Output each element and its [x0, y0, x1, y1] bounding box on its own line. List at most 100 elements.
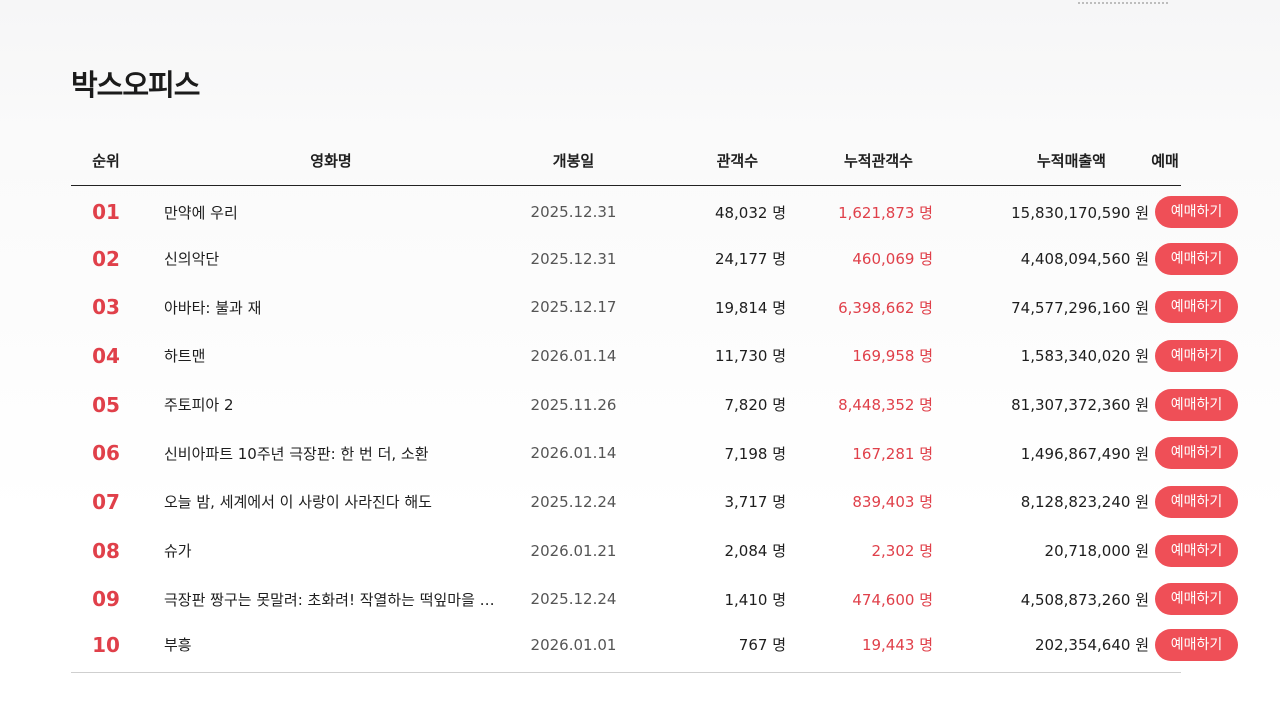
audience-count: 2,084 명 — [724, 542, 786, 561]
release-date: 2025.12.24 — [521, 575, 626, 624]
audience-count: 48,032 명 — [714, 203, 786, 222]
cumulative-cell: 839,403 명 — [786, 478, 933, 527]
book-button[interactable]: 예매하기 — [1155, 291, 1238, 324]
booking-cell: 예매하기 — [1149, 380, 1238, 429]
rank-number: 01 — [92, 200, 120, 225]
rank-number: 10 — [92, 632, 120, 657]
audience-cell: 7,820 명 — [626, 380, 786, 429]
rank-cell: 07 — [71, 478, 141, 527]
audience-count: 767 명 — [738, 636, 786, 655]
movie-title-link[interactable]: 신의악단 — [141, 248, 499, 269]
audience-count: 3,717 명 — [724, 493, 786, 512]
cumulative-cell: 19,443 명 — [786, 623, 933, 673]
table-body: 01 만약에 우리 2025.12.31 48,032 명 1,621,873 … — [71, 186, 1238, 673]
audience-count: 11,730 명 — [714, 347, 786, 366]
book-button[interactable]: 예매하기 — [1155, 628, 1238, 661]
audience-cell: 48,032 명 — [626, 186, 786, 235]
table-row: 06 신비아파트 10주년 극장판: 한 번 더, 소환 2026.01.14 … — [71, 429, 1238, 478]
table-row: 05 주토피아 2 2025.11.26 7,820 명 8,448,352 명… — [71, 380, 1238, 429]
release-date-text: 2025.12.31 — [530, 249, 617, 268]
movie-title-link[interactable]: 오늘 밤, 세계에서 이 사랑이 사라진다 해도 — [141, 491, 499, 512]
book-button[interactable]: 예매하기 — [1155, 196, 1238, 229]
title-cell: 아바타: 불과 재 — [141, 283, 521, 332]
cumulative-cell: 169,958 명 — [786, 332, 933, 381]
book-button[interactable]: 예매하기 — [1155, 339, 1238, 372]
release-date-text: 2026.01.14 — [530, 444, 617, 463]
cumulative-audience: 8,448,352 명 — [838, 396, 933, 415]
cumulative-revenue: 20,718,000 원 — [1044, 542, 1149, 561]
rank-cell: 10 — [71, 623, 141, 673]
movie-title-link[interactable]: 극장판 짱구는 못말려: 초화려! 작열하는 떡잎마을 … — [141, 589, 499, 610]
header-row: 순위 영화명 개봉일 관객수 누적관객수 누적매출액 예매 — [71, 136, 1181, 186]
cumulative-audience: 839,403 명 — [852, 493, 933, 512]
header-revenue: 누적매출액 — [933, 136, 1149, 186]
release-date-text: 2025.12.31 — [530, 203, 617, 222]
audience-cell: 1,410 명 — [626, 575, 786, 624]
revenue-cell: 202,354,640 원 — [933, 623, 1149, 673]
book-button[interactable]: 예매하기 — [1155, 534, 1238, 567]
release-date-text: 2025.12.24 — [530, 590, 617, 609]
cumulative-revenue: 1,496,867,490 원 — [1020, 444, 1149, 463]
table-row: 08 슈가 2026.01.21 2,084 명 2,302 명 20,718,… — [71, 526, 1238, 575]
cumulative-audience: 6,398,662 명 — [838, 298, 933, 317]
title-cell: 오늘 밤, 세계에서 이 사랑이 사라진다 해도 — [141, 478, 521, 527]
table-header: 순위 영화명 개봉일 관객수 누적관객수 누적매출액 예매 — [71, 136, 1181, 186]
book-button[interactable]: 예매하기 — [1155, 437, 1238, 470]
movie-title-link[interactable]: 하트맨 — [141, 345, 499, 366]
cumulative-audience: 460,069 명 — [852, 250, 933, 269]
cumulative-cell: 460,069 명 — [786, 234, 933, 283]
cumulative-audience: 169,958 명 — [852, 347, 933, 366]
movie-title-link[interactable]: 신비아파트 10주년 극장판: 한 번 더, 소환 — [141, 443, 499, 464]
book-button[interactable]: 예매하기 — [1155, 242, 1238, 275]
release-date-text: 2026.01.14 — [530, 346, 617, 365]
revenue-cell: 4,408,094,560 원 — [933, 234, 1149, 283]
book-button[interactable]: 예매하기 — [1155, 485, 1238, 518]
audience-cell: 19,814 명 — [626, 283, 786, 332]
revenue-cell: 1,496,867,490 원 — [933, 429, 1149, 478]
cumulative-revenue: 8,128,823,240 원 — [1020, 493, 1149, 512]
revenue-cell: 74,577,296,160 원 — [933, 283, 1149, 332]
movie-title-link[interactable]: 부흥 — [141, 634, 499, 655]
page-title: 박스오피스 — [71, 68, 200, 102]
booking-cell: 예매하기 — [1149, 332, 1238, 381]
release-date: 2025.12.17 — [521, 283, 626, 332]
book-button[interactable]: 예매하기 — [1155, 388, 1238, 421]
movie-title-link[interactable]: 주토피아 2 — [141, 394, 499, 415]
release-date: 2025.12.24 — [521, 478, 626, 527]
cumulative-cell: 1,621,873 명 — [786, 186, 933, 235]
rank-cell: 09 — [71, 575, 141, 624]
revenue-cell: 15,830,170,590 원 — [933, 186, 1149, 235]
cumulative-revenue: 15,830,170,590 원 — [1011, 203, 1149, 222]
title-cell: 신의악단 — [141, 234, 521, 283]
cumulative-cell: 167,281 명 — [786, 429, 933, 478]
cumulative-audience: 167,281 명 — [852, 444, 933, 463]
title-cell: 부흥 — [141, 623, 521, 673]
title-cell: 신비아파트 10주년 극장판: 한 번 더, 소환 — [141, 429, 521, 478]
rank-number: 06 — [92, 441, 120, 466]
cumulative-audience: 2,302 명 — [871, 542, 933, 561]
title-cell: 슈가 — [141, 526, 521, 575]
rank-number: 03 — [92, 295, 120, 320]
book-button[interactable]: 예매하기 — [1155, 583, 1238, 616]
booking-cell: 예매하기 — [1149, 234, 1238, 283]
movie-title-link[interactable]: 만약에 우리 — [141, 202, 499, 223]
release-date: 2025.12.31 — [521, 234, 626, 283]
release-date-text: 2026.01.01 — [530, 635, 617, 654]
rank-number: 08 — [92, 538, 120, 563]
movie-title-link[interactable]: 슈가 — [141, 540, 499, 561]
release-date-text: 2026.01.21 — [530, 541, 617, 560]
top-decoration — [1078, 0, 1168, 4]
cumulative-cell: 2,302 명 — [786, 526, 933, 575]
rank-number: 02 — [92, 246, 120, 271]
release-date: 2025.12.31 — [521, 186, 626, 235]
revenue-cell: 20,718,000 원 — [933, 526, 1149, 575]
revenue-cell: 81,307,372,360 원 — [933, 380, 1149, 429]
cumulative-revenue: 1,583,340,020 원 — [1020, 347, 1149, 366]
header-release: 개봉일 — [521, 136, 626, 186]
rank-cell: 08 — [71, 526, 141, 575]
audience-count: 19,814 명 — [714, 298, 786, 317]
movie-title-link[interactable]: 아바타: 불과 재 — [141, 297, 499, 318]
header-audience: 관객수 — [626, 136, 786, 186]
release-date-text: 2025.12.24 — [530, 492, 617, 511]
table-row: 01 만약에 우리 2025.12.31 48,032 명 1,621,873 … — [71, 186, 1238, 235]
